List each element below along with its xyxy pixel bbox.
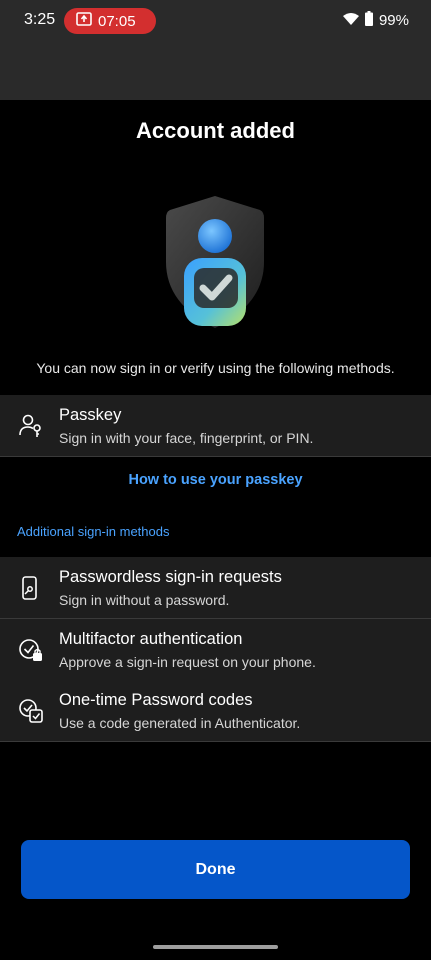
passwordless-row[interactable]: Passwordless sign-in requests Sign in wi… bbox=[0, 557, 431, 619]
multifactor-subtitle: Approve a sign-in request on your phone. bbox=[59, 654, 316, 670]
screen-record-icon bbox=[76, 11, 92, 31]
one-time-password-subtitle: Use a code generated in Authenticator. bbox=[59, 715, 301, 731]
battery-icon bbox=[364, 11, 373, 30]
passkey-title: Passkey bbox=[59, 406, 122, 424]
battery-percent: 99% bbox=[378, 12, 409, 29]
recording-time: 07:05 bbox=[98, 12, 136, 30]
passwordless-title: Passwordless sign-in requests bbox=[59, 568, 282, 586]
screen-record-indicator[interactable]: 07:05 bbox=[64, 8, 156, 34]
wifi-icon bbox=[342, 12, 359, 29]
home-indicator[interactable] bbox=[153, 945, 278, 949]
passkey-row[interactable]: Passkey Sign in with your face, fingerpr… bbox=[0, 395, 431, 457]
multifactor-title: Multifactor authentication bbox=[59, 630, 243, 648]
shield-lock-icon bbox=[18, 637, 44, 663]
phone-key-icon bbox=[18, 575, 44, 601]
one-time-password-row[interactable]: One-time Password codes Use a code gener… bbox=[0, 680, 431, 742]
status-time: 3:25 bbox=[24, 11, 56, 28]
one-time-password-title: One-time Password codes bbox=[59, 691, 253, 709]
done-button[interactable]: Done bbox=[21, 840, 410, 899]
intro-text: You can now sign in or verify using the … bbox=[36, 360, 395, 376]
status-right: 99% bbox=[342, 11, 409, 30]
passwordless-subtitle: Sign in without a password. bbox=[59, 592, 230, 608]
passkey-subtitle: Sign in with your face, fingerprint, or … bbox=[59, 430, 314, 446]
how-to-use-passkey-link[interactable]: How to use your passkey bbox=[0, 472, 431, 488]
multifactor-row[interactable]: Multifactor authentication Approve a sig… bbox=[0, 619, 431, 681]
passkey-icon bbox=[18, 413, 44, 439]
code-check-icon bbox=[18, 698, 44, 724]
status-bar: 3:25 07:05 99% bbox=[0, 0, 431, 100]
shield-illustration-icon bbox=[160, 192, 270, 332]
page-title: Account added bbox=[136, 118, 295, 143]
additional-methods-label: Additional sign-in methods bbox=[17, 524, 170, 539]
